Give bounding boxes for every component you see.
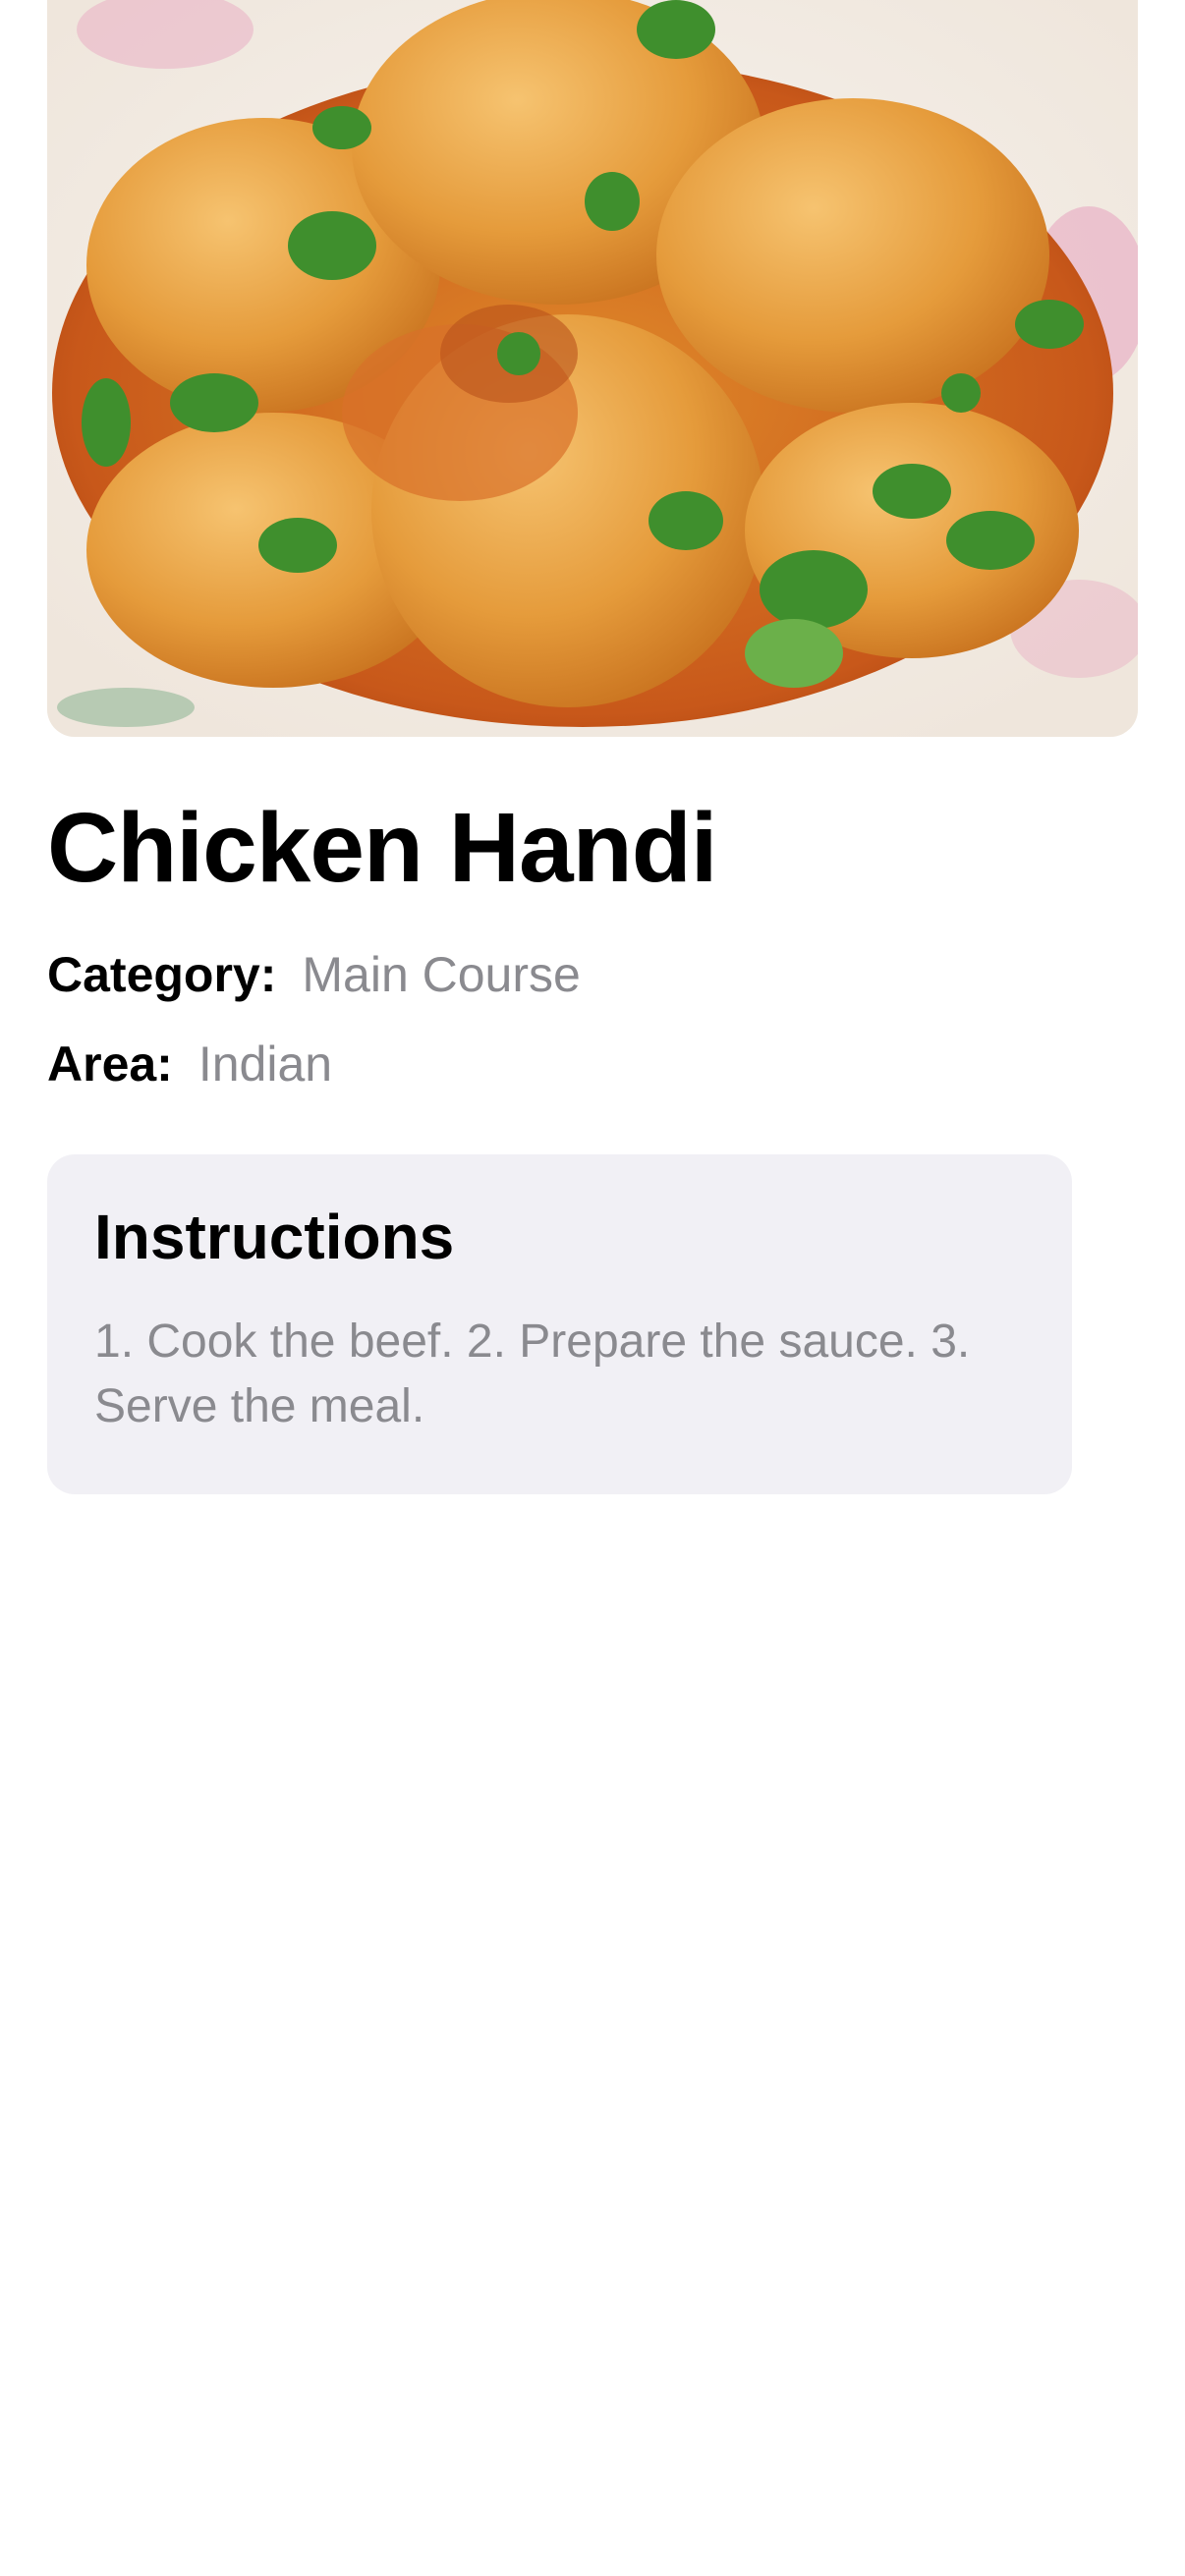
- category-value: Main Course: [302, 947, 581, 1002]
- instructions-card: Instructions 1. Cook the beef. 2. Prepar…: [47, 1154, 1072, 1494]
- category-row: Category: Main Course: [47, 945, 581, 1004]
- area-label: Area:: [47, 1036, 173, 1092]
- area-value: Indian: [198, 1036, 333, 1092]
- instructions-text: 1. Cook the beef. 2. Prepare the sauce. …: [94, 1315, 971, 1432]
- recipe-detail-screen: Chicken Handi Category: Main Course Area:…: [0, 0, 1185, 2576]
- category-label: Category:: [47, 947, 277, 1002]
- area-row: Area: Indian: [47, 1035, 332, 1093]
- instructions-heading: Instructions: [94, 1202, 455, 1272]
- recipe-image: [47, 0, 1138, 737]
- recipe-title: Chicken Handi: [47, 793, 718, 903]
- recipe-photo: [47, 0, 1138, 737]
